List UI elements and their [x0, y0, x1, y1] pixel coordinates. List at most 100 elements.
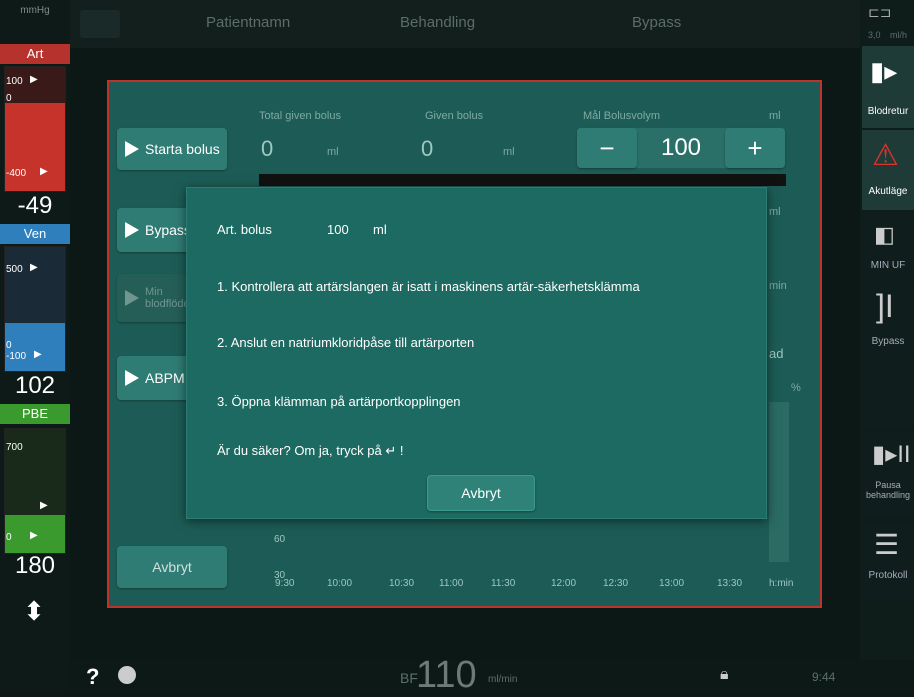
pause-label: Pausa behandling [865, 480, 911, 500]
min-uf-icon: ◧ [874, 222, 895, 247]
footer-bar: ? BF 110 ml/min 🔒︎ 9:44 [70, 654, 914, 696]
blood-return-label: Blodretur [867, 106, 909, 117]
side-pct-unit: % [791, 382, 801, 394]
bf-unit: ml/min [488, 674, 518, 685]
pbe-label: PBE [0, 404, 70, 424]
disabled-side-button [862, 356, 914, 426]
pbe-bottom-tick: 0 [6, 532, 12, 543]
dialog-title-label: Art. bolus [217, 222, 272, 237]
min-uf-button[interactable]: ◧ MIN UF [862, 212, 914, 282]
abpm-label: ABPM [145, 370, 185, 386]
bypass-icon: ]I [876, 288, 894, 324]
dialog-step-2: 2. Anslut en natriumkloridpåse till artä… [217, 335, 475, 350]
bf-value: 110 [416, 654, 477, 696]
dialog-cancel-button[interactable]: Avbryt [427, 475, 535, 511]
time-tick: 11:30 [491, 578, 516, 589]
dialog-step-3: 3. Öppna klämman på artärportkopplingen [217, 394, 461, 409]
target-volume-value: 100 [660, 134, 702, 161]
given-bolus-label: Given bolus [425, 110, 484, 122]
lock-icon[interactable]: 🔒︎ [720, 666, 729, 684]
ven-label: Ven [0, 224, 70, 244]
art-value: -49 [17, 192, 53, 219]
pause-treatment-button[interactable]: ▮▸II Pausa behandling [862, 432, 914, 518]
total-given-label: Total given bolus [259, 110, 341, 122]
bypass-button[interactable]: Bypass [117, 208, 193, 252]
dialog-title-unit: ml [373, 222, 387, 237]
clock-icon[interactable] [118, 666, 136, 684]
scroll-level-icon[interactable]: ⬍ [10, 596, 58, 646]
emergency-label: Akutläge [868, 186, 908, 197]
time-tick: 12:00 [551, 578, 577, 589]
time-tick: 11:00 [439, 578, 464, 589]
top-value: 3,0 [868, 30, 881, 40]
pbe-value: 180 [14, 552, 56, 579]
time-unit: h:min [769, 578, 794, 589]
y-tick-60: 60 [274, 534, 286, 545]
blood-return-button[interactable]: ▮▸ Blodretur [862, 46, 914, 128]
target-volume-label: Mål Bolusvolym [583, 110, 661, 122]
play-icon [125, 370, 139, 386]
time-tick: 12:30 [603, 578, 629, 589]
help-icon[interactable]: ? [86, 664, 99, 690]
side-ad-label: ad [769, 346, 784, 361]
given-bolus-unit: ml [503, 146, 515, 158]
pressure-unit: mmHg [20, 5, 50, 16]
time-tick: 10:00 [327, 578, 353, 589]
time-tick: 13:30 [717, 578, 743, 589]
play-icon [125, 141, 139, 157]
protocol-label: Protokoll [868, 570, 908, 581]
bypass-side-label: Bypass [871, 336, 905, 347]
treatment-phase: Behandling [400, 14, 476, 31]
ven-top-tick: 500 [6, 264, 23, 275]
ven-zero-tick: 0 [6, 340, 12, 351]
pause-icon: ▮▸II [872, 441, 911, 468]
total-given-value: 0 [261, 136, 274, 161]
bolus-progress-bar [259, 174, 786, 186]
time-tick: 13:00 [659, 578, 685, 589]
ven-value: 102 [14, 372, 56, 399]
art-top-tick: 100 [6, 76, 23, 87]
header-bar: Patientnamn Behandling Bypass [70, 0, 860, 48]
decrease-button[interactable]: − [577, 128, 637, 168]
blood-return-icon: ▮▸ [870, 56, 898, 86]
side-min-unit: min [769, 280, 787, 292]
emergency-button[interactable]: ⚠ Akutläge [862, 130, 914, 210]
start-bolus-label: Starta bolus [145, 141, 220, 157]
min-uf-label: MIN UF [870, 260, 906, 271]
play-icon [125, 290, 139, 306]
warning-icon: ⚠ [872, 139, 899, 172]
patient-name: Patientnamn [206, 14, 291, 31]
bolus-confirm-dialog: Art. bolus 100 ml 1. Kontrollera att art… [186, 187, 767, 519]
total-given-unit: ml [327, 146, 339, 158]
pbe-top-tick: 700 [6, 442, 23, 453]
target-volume-stepper: − 100 + [577, 128, 785, 168]
abpm-button[interactable]: ABPM [117, 356, 193, 400]
art-bottom-tick: -400 [6, 168, 27, 179]
time-tick: 10:30 [389, 578, 415, 589]
time-tick: 9:30 [275, 578, 295, 589]
bypass-label: Bypass [145, 222, 191, 238]
target-volume-unit: ml [769, 110, 781, 122]
list-icon: ☰ [874, 529, 900, 560]
syringe-icon: ⊏⊐ [868, 4, 892, 20]
dialog-title-value: 100 [327, 222, 349, 237]
protocol-button[interactable]: ☰ Protokoll [862, 524, 914, 600]
start-bolus-button[interactable]: Starta bolus [117, 128, 227, 170]
play-icon [125, 222, 139, 238]
dialog-step-1: 1. Kontrollera att artärslangen är isatt… [217, 279, 640, 294]
min-blood-flow-button: Min blodflöde [117, 274, 193, 322]
increase-button[interactable]: + [725, 128, 785, 168]
side-ml-unit: ml [769, 206, 781, 218]
panel-cancel-button[interactable]: Avbryt [117, 546, 227, 588]
clock-time: 9:44 [812, 670, 836, 684]
mode-label: Bypass [632, 14, 682, 31]
dialog-question: Är du säker? Om ja, tryck på ↵ ! [217, 443, 404, 458]
ven-bottom-tick: -100 [6, 351, 27, 362]
given-bolus-value: 0 [421, 136, 434, 161]
top-unit: ml/h [890, 30, 908, 40]
bypass-side-button[interactable]: ]I Bypass [862, 284, 914, 354]
header-left-button[interactable] [80, 10, 120, 38]
pressure-column: mmHg Art 100 ▶ 0 -400 ▶ -49 Ven 500 ▶ 0 … [0, 0, 70, 693]
art-label: Art [0, 44, 70, 64]
chart-area [769, 402, 789, 562]
